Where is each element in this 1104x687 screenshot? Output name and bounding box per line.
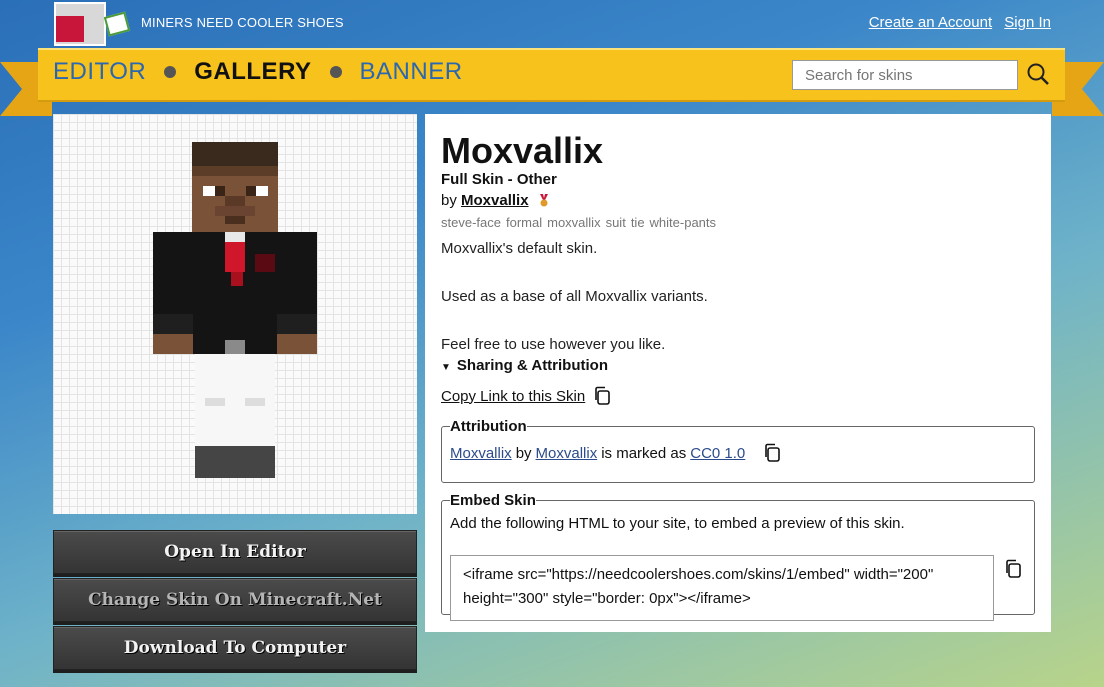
skin-title: Moxvallix [441, 130, 604, 171]
attribution-author-link[interactable]: Moxvallix [536, 445, 598, 462]
sharing-summary-label: Sharing & Attribution [456, 357, 608, 374]
site-logo[interactable] [52, 0, 134, 48]
by-label: by [441, 192, 457, 209]
embed-fieldset: Embed Skin Add the following HTML to you… [441, 492, 1035, 621]
nav-separator [164, 66, 177, 78]
attribution-marked: is marked as [601, 444, 687, 462]
attribution-line: Moxvallix by Moxvallix is marked as CC0 … [450, 443, 1026, 463]
description-line: Used as a base of all Moxvallix variants… [441, 288, 708, 305]
main-nav: EDITOR GALLERY BANNER [38, 48, 1065, 102]
clover-icon [103, 11, 131, 37]
license-link[interactable]: CC0 1.0 [690, 445, 745, 462]
skin-type: Full Skin - Other [441, 171, 557, 188]
attribution-by: by [515, 444, 532, 462]
change-skin-button[interactable]: Change Skin On Minecraft.Net [53, 578, 417, 622]
tag[interactable]: white-pants [650, 215, 716, 230]
embed-legend: Embed Skin [450, 492, 536, 509]
heart-icon [56, 16, 84, 42]
attribution-skin-link[interactable]: Moxvallix [450, 445, 512, 462]
author-link[interactable]: Moxvallix [461, 192, 529, 209]
embed-description: Add the following HTML to your site, to … [450, 515, 905, 532]
tag[interactable]: moxvallix [547, 215, 600, 230]
tag-list: steve-face formal moxvallix suit tie whi… [441, 215, 716, 230]
copy-attribution-icon[interactable] [763, 443, 781, 463]
expand-triangle-icon: ▼ [441, 362, 451, 373]
nav-banner[interactable]: BANNER [360, 58, 463, 86]
copy-link-label: Copy Link to this Skin [441, 387, 586, 405]
author-byline: by Moxvallix [441, 192, 549, 209]
download-button[interactable]: Download To Computer [53, 626, 417, 670]
nav-editor[interactable]: EDITOR [53, 58, 146, 86]
tag[interactable]: steve-face [441, 215, 501, 230]
embed-code-textarea[interactable]: <iframe src="https://needcoolershoes.com… [450, 555, 994, 621]
nav-separator [329, 66, 342, 78]
copy-link-button[interactable]: Copy Link to this Skin [441, 386, 611, 406]
skin-render-image [153, 142, 317, 478]
sign-in-link[interactable]: Sign In [1004, 14, 1051, 31]
skin-info-panel: Moxvallix Full Skin - Other by Moxvallix… [425, 114, 1051, 632]
tag[interactable]: tie [631, 215, 645, 230]
copy-embed-icon[interactable] [1004, 559, 1022, 579]
search-input[interactable] [792, 60, 1018, 90]
description-line: Feel free to use however you like. [441, 336, 666, 353]
top-bar: MINERS NEED COOLER SHOES Create an Accou… [0, 0, 1104, 48]
account-links: Create an Account Sign In [861, 14, 1051, 31]
copy-icon [595, 386, 611, 405]
open-in-editor-button[interactable]: Open In Editor [53, 530, 417, 574]
nav-gallery[interactable]: GALLERY [194, 58, 311, 86]
search-icon[interactable] [1026, 62, 1050, 86]
create-account-link[interactable]: Create an Account [869, 14, 992, 31]
tag[interactable]: suit [606, 215, 626, 230]
sharing-toggle[interactable]: ▼ Sharing & Attribution [441, 357, 608, 374]
medal-icon [539, 194, 548, 207]
site-name[interactable]: MINERS NEED COOLER SHOES [141, 15, 344, 30]
attribution-fieldset: Attribution Moxvallix by Moxvallix is ma… [441, 418, 1035, 483]
skin-preview[interactable] [53, 114, 417, 514]
tag[interactable]: formal [506, 215, 542, 230]
attribution-legend: Attribution [450, 418, 527, 435]
description-line: Moxvallix's default skin. [441, 240, 598, 257]
